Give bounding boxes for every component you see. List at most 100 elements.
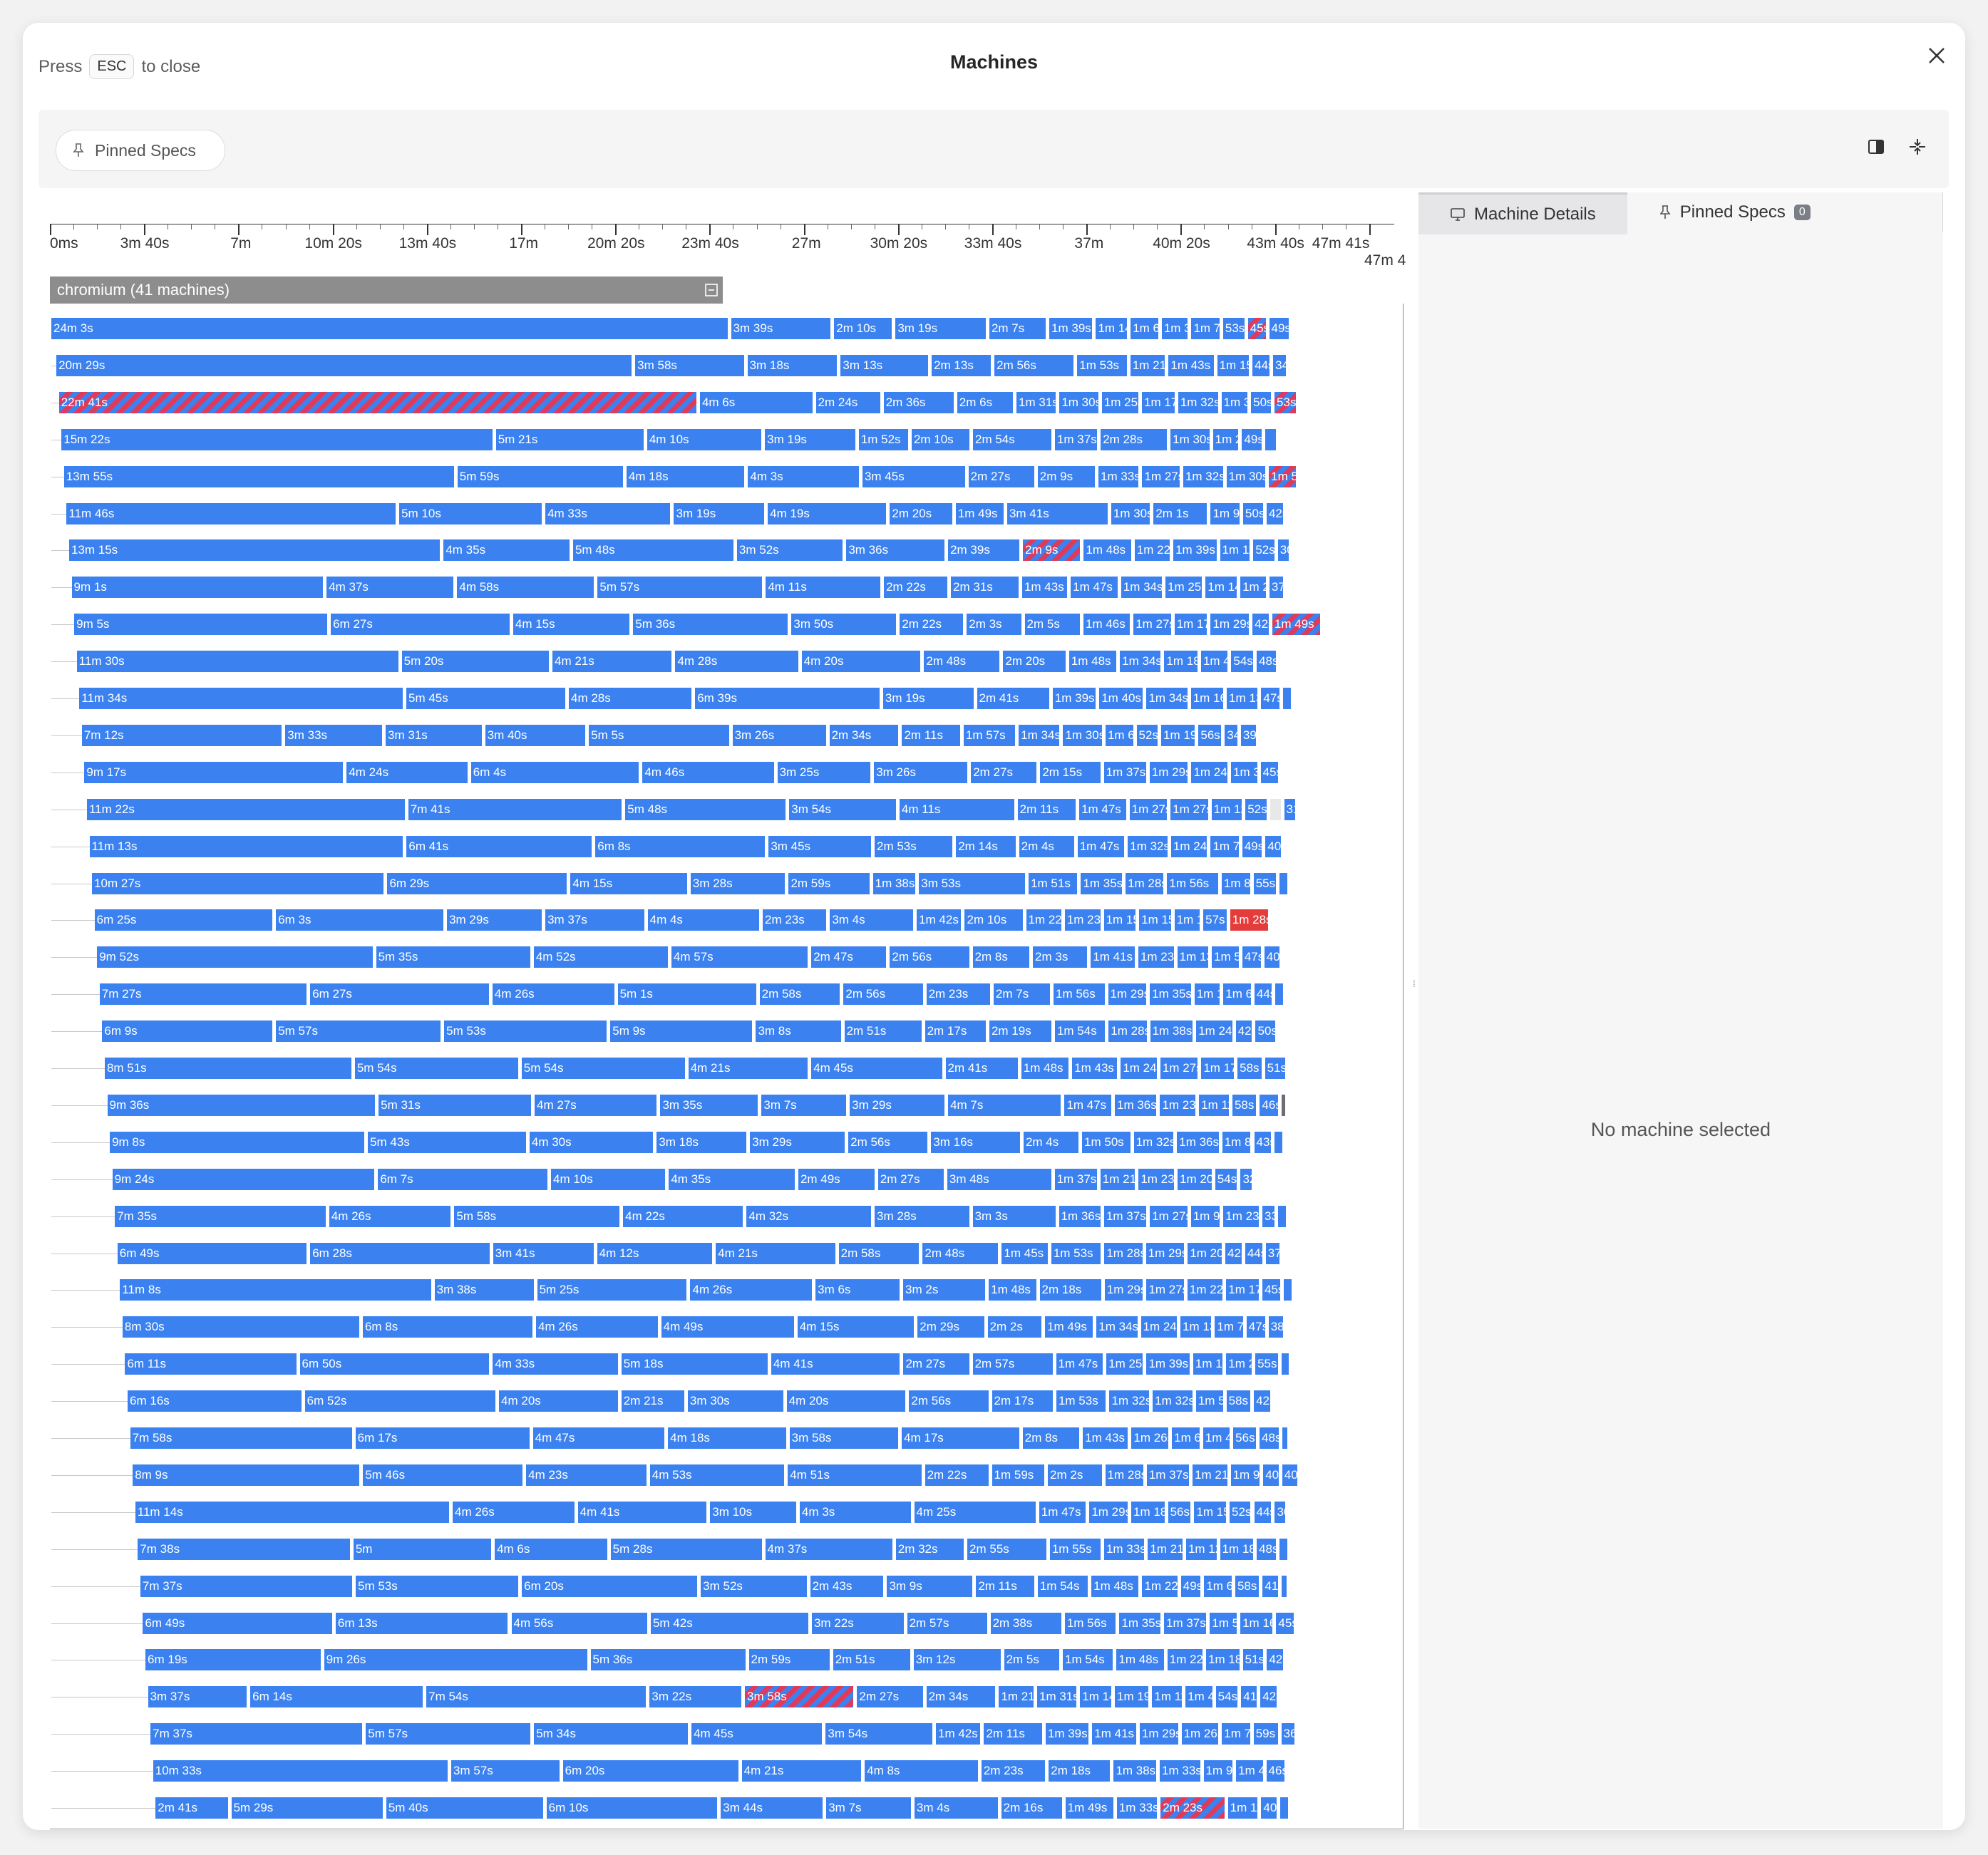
spec-bar[interactable]: 6m 17s bbox=[355, 1427, 530, 1449]
spec-bar[interactable]: 3m 29s bbox=[447, 909, 542, 931]
spec-bar[interactable]: 6m 20s bbox=[522, 1575, 698, 1597]
spec-bar[interactable]: 1m 1s bbox=[1174, 909, 1200, 931]
spec-bar[interactable]: 1m 45s bbox=[1001, 1242, 1048, 1264]
spec-bar[interactable]: 1m 31s bbox=[1016, 391, 1056, 413]
spec-bar[interactable]: 3m 16s bbox=[931, 1131, 1020, 1153]
spec-bar[interactable]: 3m 54s bbox=[825, 1723, 933, 1745]
spec-bar[interactable]: 1m 23s bbox=[1138, 946, 1174, 968]
spec-bar[interactable]: 3m 48s bbox=[947, 1168, 1051, 1190]
spec-bar[interactable]: 1m 4s bbox=[1202, 1427, 1230, 1449]
spec-bar[interactable]: 30s bbox=[1274, 1501, 1286, 1523]
spec-bar[interactable]: 1m 49s bbox=[1045, 1316, 1093, 1338]
spec-bar[interactable]: 2m 56s bbox=[909, 1390, 989, 1412]
spec-bar[interactable]: 1m 18s bbox=[1131, 1501, 1165, 1523]
spec-bar[interactable]: 4m 33s bbox=[545, 502, 671, 525]
spec-bar[interactable]: 50s bbox=[1251, 391, 1272, 413]
spec-bar[interactable]: 1m 5s bbox=[1212, 946, 1239, 968]
spec-bar[interactable]: 1m 56s bbox=[1167, 872, 1218, 894]
spec-bar[interactable]: 50s bbox=[1255, 1020, 1276, 1043]
spec-bar[interactable]: 1m 34s bbox=[1120, 651, 1161, 673]
spec-bar[interactable]: 13m 55s bbox=[63, 465, 454, 487]
spec-bar[interactable]: 1m 25s bbox=[1106, 1353, 1143, 1375]
spec-bar[interactable]: 2m 1s bbox=[1153, 502, 1207, 525]
spec-bar[interactable]: 1m 21s bbox=[1148, 1538, 1183, 1560]
spec-bar[interactable]: 3m 41s bbox=[493, 1242, 594, 1264]
spec-bar[interactable]: 5m 31s bbox=[378, 1094, 531, 1116]
spec-bar[interactable]: 6m 20s bbox=[562, 1760, 738, 1782]
spec-bar[interactable]: 50s bbox=[1243, 502, 1263, 525]
spec-bar[interactable]: 1m 17s bbox=[1201, 1058, 1235, 1079]
spec-bar[interactable]: 1m 32s bbox=[1153, 1390, 1193, 1412]
spec-bar[interactable]: 1m 14s bbox=[1080, 1686, 1112, 1708]
spec-bar[interactable]: 1m 47s bbox=[1079, 798, 1126, 820]
spec-bar[interactable]: 9m 8s bbox=[110, 1131, 365, 1153]
spec-bar[interactable]: 1m 32s bbox=[1133, 1131, 1174, 1153]
spec-bar[interactable]: 2m 11s bbox=[1017, 798, 1076, 820]
spec-bar[interactable]: 1m 54s bbox=[1063, 1649, 1113, 1671]
spec-bar[interactable]: 5m 48s bbox=[625, 798, 786, 820]
spec-bar[interactable]: 8m 9s bbox=[133, 1464, 360, 1486]
spec-bar[interactable]: 3m 52s bbox=[736, 539, 843, 562]
spec-bar[interactable]: 2m 59s bbox=[748, 1649, 830, 1671]
spec-bar[interactable]: 1m 11s bbox=[1220, 539, 1250, 562]
spec-bar[interactable]: 45s bbox=[1262, 1279, 1280, 1301]
spec-bar[interactable]: 3m 37s bbox=[148, 1686, 247, 1708]
spec-bar[interactable]: 5m 10s bbox=[399, 502, 542, 525]
spec-bar[interactable]: 3m 38s bbox=[434, 1279, 534, 1301]
spec-bar[interactable]: 1m 34s bbox=[1146, 688, 1188, 709]
spec-bar[interactable]: 1m 46s bbox=[1083, 614, 1131, 636]
spec-bar[interactable]: 1m 49s bbox=[1065, 1797, 1113, 1819]
spec-bar[interactable]: 2m 9s bbox=[1037, 465, 1096, 487]
spec-bar[interactable]: 1m 19s bbox=[1161, 724, 1195, 746]
spec-bar[interactable]: 15m 22s bbox=[61, 428, 493, 450]
spec-bar[interactable]: 1m 47s bbox=[1077, 835, 1125, 857]
spec-bar[interactable]: 4m 21s bbox=[716, 1242, 835, 1264]
spec-bar[interactable]: 2m 21s bbox=[621, 1390, 684, 1412]
spec-bar[interactable]: 13m 15s bbox=[68, 539, 441, 562]
spec-bar[interactable]: 3m 4s bbox=[830, 909, 914, 931]
spec-bar[interactable]: 2m 23s bbox=[762, 909, 827, 931]
spec-bar[interactable]: 1m 7s bbox=[1215, 1316, 1243, 1338]
spec-bar[interactable]: 6m 7s bbox=[378, 1168, 547, 1190]
spec-bar[interactable]: 3m 29s bbox=[750, 1131, 845, 1153]
spec-bar[interactable]: 6m 3s bbox=[276, 909, 444, 931]
spec-bar[interactable]: 6m 29s bbox=[387, 872, 567, 894]
spec-bar[interactable]: 2m 55s bbox=[967, 1538, 1046, 1560]
spec-bar[interactable]: 2m 56s bbox=[890, 946, 969, 968]
spec-bar[interactable]: 1m 38s bbox=[1150, 1020, 1193, 1043]
spec-bar[interactable]: 2m 48s bbox=[922, 1242, 999, 1264]
spec-bar[interactable]: 4m 21s bbox=[688, 1058, 808, 1079]
spec-bar-retried[interactable]: 53s bbox=[1274, 391, 1296, 413]
spec-bar[interactable]: 4m 6s bbox=[699, 391, 813, 413]
spec-bar[interactable]: 1m 30s bbox=[1059, 391, 1098, 413]
spec-bar[interactable]: 4m 26s bbox=[492, 983, 614, 1006]
spec-bar[interactable]: 3m 37s bbox=[545, 909, 644, 931]
spec-bar[interactable]: 4m 53s bbox=[649, 1464, 785, 1486]
spec-bar[interactable]: 48s bbox=[1257, 651, 1276, 673]
spec-bar[interactable]: 39s bbox=[1240, 724, 1256, 746]
spec-bar[interactable]: 33s bbox=[1262, 1205, 1274, 1227]
spec-bar[interactable]: 40s bbox=[1263, 1464, 1279, 1486]
spec-bar[interactable]: 1m 1s bbox=[1194, 983, 1220, 1006]
spec-bar[interactable]: 1m 6s bbox=[1131, 318, 1158, 339]
spec-bar[interactable]: 2m 2s bbox=[987, 1316, 1042, 1338]
spec-bar[interactable]: 1m 23s bbox=[1064, 909, 1101, 931]
spec-bar[interactable]: 1m 41s bbox=[1092, 1723, 1136, 1745]
spec-bar[interactable]: 1m 6s bbox=[1172, 1427, 1200, 1449]
spec-bar[interactable]: 6m 50s bbox=[299, 1353, 490, 1375]
spec-bar[interactable]: 38s bbox=[1268, 1316, 1283, 1338]
spec-bar[interactable]: 3m 58s bbox=[635, 354, 744, 376]
spec-bar[interactable]: 40s bbox=[1282, 1464, 1298, 1486]
spec-bar[interactable]: 1m 43s bbox=[1168, 354, 1214, 376]
spec-bar[interactable]: 1m 11s bbox=[1152, 1686, 1183, 1708]
spec-bar[interactable]: 1m 37s bbox=[1054, 428, 1098, 450]
spec-bar[interactable]: 2m 10s bbox=[834, 318, 892, 339]
spec-bar[interactable]: 1m 34s bbox=[1019, 724, 1060, 746]
spec-bar[interactable]: 2m 18s bbox=[1039, 1279, 1101, 1301]
spec-bar[interactable]: 4m 10s bbox=[647, 428, 762, 450]
spec-bar[interactable]: 6m 19s bbox=[145, 1649, 321, 1671]
spec-bar[interactable]: 34s bbox=[1273, 354, 1286, 376]
spec-bar[interactable]: 1m 36s bbox=[1115, 1094, 1157, 1116]
spec-bar[interactable]: 3m 33s bbox=[285, 724, 383, 746]
spec-bar[interactable]: 1m 53s bbox=[1056, 1390, 1106, 1412]
